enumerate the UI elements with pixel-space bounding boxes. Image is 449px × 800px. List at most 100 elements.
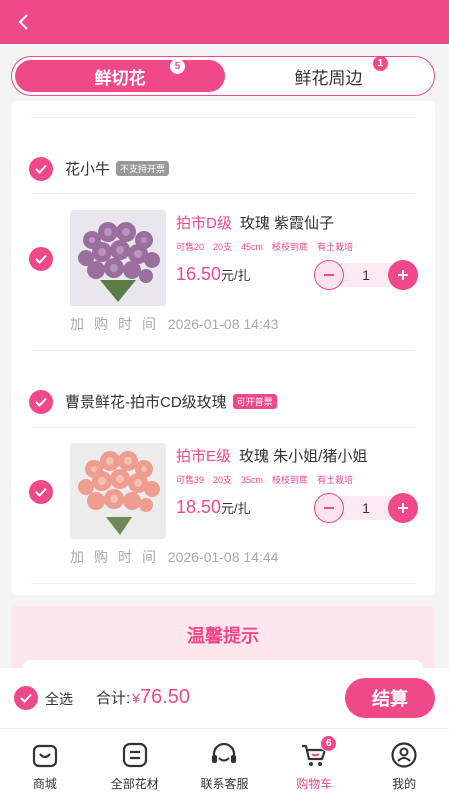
added-time-row: 加购时间 2026-01-08 14:43 [70, 314, 278, 334]
plus-icon [398, 503, 408, 513]
added-time-label: 加购时间 [70, 549, 166, 565]
check-icon [35, 164, 47, 174]
tab-count-badge: 1 [373, 56, 388, 71]
checkout-bar: 全选 合计: ¥76.50 结算 [0, 668, 449, 728]
divider [31, 117, 415, 118]
increase-button[interactable] [388, 260, 418, 290]
quantity-input[interactable]: 1 [340, 263, 392, 287]
spec-cultivation: 有土栽培 [317, 475, 354, 485]
divider [31, 427, 415, 428]
added-time-row: 加购时间 2026-01-08 14:44 [70, 547, 278, 567]
plus-icon [398, 270, 408, 280]
product-title[interactable]: 拍市E级 玫瑰 朱小姐/猪小姐 [176, 445, 367, 466]
check-icon [20, 693, 32, 703]
check-icon [35, 397, 47, 407]
price-unit: 元/扎 [221, 501, 251, 516]
headset-icon [212, 742, 237, 763]
product-grade: 拍市D级 [176, 215, 232, 232]
quantity-stepper: 1 [314, 493, 418, 523]
divider [31, 583, 415, 584]
tab-count-badge: 5 [170, 59, 185, 74]
spec-stem: 枝枝到底 [272, 242, 309, 252]
spec-stock: 可售39 [176, 475, 205, 485]
cart-item: 拍市D级 玫瑰 紫霞仙子 可售20 20支 45cm 枝枝到底 有土栽培 16.50元/扎… [11, 210, 435, 350]
shop-name-text: 曹景鲜花-拍市CD级玫瑰 [65, 394, 227, 411]
product-name: 玫瑰 朱小姐/猪小姐 [239, 448, 368, 465]
shop-name[interactable]: 曹景鲜花-拍市CD级玫瑰 可开普票 [65, 391, 277, 412]
currency-symbol: ¥ [132, 690, 140, 706]
tabbar-item-all-materials[interactable]: 全部花材 [90, 729, 180, 800]
invoice-tag: 不支持开票 [116, 161, 170, 176]
quantity-stepper: 1 [314, 260, 418, 290]
tabbar-label: 购物车 [296, 777, 333, 791]
back-button[interactable] [10, 8, 38, 36]
shop-select-checkbox[interactable] [29, 157, 53, 181]
spec-stems: 20支 [213, 475, 233, 485]
check-icon [35, 254, 47, 264]
tabbar-item-customer-service[interactable]: 联系客服 [180, 729, 270, 800]
product-price: 16.50元/扎 [176, 264, 251, 285]
header-bar [0, 0, 449, 44]
decrease-button[interactable] [314, 260, 344, 290]
invoice-tag: 可开普票 [232, 394, 277, 409]
quantity-input[interactable]: 1 [340, 496, 392, 520]
increase-button[interactable] [388, 493, 418, 523]
list-icon [122, 742, 147, 768]
tabbar-label: 联系客服 [200, 777, 249, 791]
product-specs: 可售20 20支 45cm 枝枝到底 有土栽培 [176, 240, 362, 253]
divider [31, 193, 415, 194]
minus-icon [324, 274, 334, 276]
tabbar-label: 商城 [32, 777, 57, 791]
divider [31, 350, 415, 351]
total-label: 合计: [96, 690, 131, 707]
product-grade: 拍市E级 [176, 448, 232, 465]
shop-name-text: 花小牛 [65, 161, 111, 178]
spec-stem: 枝枝到底 [272, 475, 309, 485]
check-icon [35, 487, 47, 497]
category-tabs-area: 鲜切花 5 鲜花周边 1 [0, 44, 449, 104]
select-all-checkbox[interactable] [14, 686, 38, 710]
total-amount: 76.50 [139, 686, 191, 708]
product-image-peach-roses[interactable] [70, 443, 166, 539]
user-icon [391, 742, 417, 768]
added-time-value: 2026-01-08 14:44 [167, 549, 279, 565]
shop-header: 花小牛 不支持开票 [11, 149, 435, 189]
price-value: 18.50 [176, 497, 222, 517]
shop-name[interactable]: 花小牛 不支持开票 [65, 158, 170, 179]
added-time-value: 2026-01-08 14:43 [167, 316, 279, 332]
spec-length: 35cm [241, 475, 264, 485]
shop-icon [32, 744, 57, 768]
tabbar-item-shop[interactable]: 商城 [0, 729, 90, 800]
spec-cultivation: 有土栽培 [317, 242, 354, 252]
select-all-label[interactable]: 全选 [45, 689, 73, 709]
spec-stock: 可售20 [176, 242, 205, 252]
tab-label: 鲜切花 [94, 68, 146, 88]
tips-title: 温馨提示 [187, 626, 259, 646]
tabbar-item-me[interactable]: 我的 [359, 729, 449, 800]
bottom-tab-bar: 商城 全部花材 联系客服 6 购物车 我的 [0, 728, 449, 800]
shop-header: 曹景鲜花-拍市CD级玫瑰 可开普票 [11, 382, 435, 422]
tab-flower-accessories[interactable]: 鲜花周边 1 [224, 56, 433, 92]
cart-list[interactable]: 花小牛 不支持开票 拍市D级 玫瑰 紫霞仙子 可售20 20支 45cm 枝枝到… [11, 101, 435, 595]
item-select-checkbox[interactable] [29, 247, 53, 271]
tabbar-label: 我的 [392, 777, 417, 791]
decrease-button[interactable] [314, 493, 344, 523]
checkout-button[interactable]: 结算 [345, 678, 435, 718]
product-title[interactable]: 拍市D级 玫瑰 紫霞仙子 [176, 212, 334, 233]
item-select-checkbox[interactable] [29, 480, 53, 504]
product-price: 18.50元/扎 [176, 497, 251, 518]
tab-label: 鲜花周边 [294, 68, 363, 88]
chevron-left-icon [18, 14, 28, 30]
product-image-purple-roses[interactable] [70, 210, 166, 306]
cart-item: 拍市E级 玫瑰 朱小姐/猪小姐 可售39 20支 35cm 枝枝到底 有土栽培 18.50… [11, 443, 435, 583]
tab-fresh-cut-flowers[interactable]: 鲜切花 5 [15, 59, 225, 92]
cart-count-badge: 6 [320, 735, 338, 752]
category-tabs: 鲜切花 5 鲜花周边 1 [11, 56, 435, 96]
tabbar-label: 全部花材 [110, 777, 159, 791]
shop-select-checkbox[interactable] [29, 390, 53, 414]
price-unit: 元/扎 [221, 268, 251, 283]
tabbar-item-cart[interactable]: 6 购物车 [269, 729, 359, 800]
product-specs: 可售39 20支 35cm 枝枝到底 有土栽培 [176, 473, 362, 486]
minus-icon [324, 507, 334, 509]
order-total: 合计: ¥76.50 [96, 686, 190, 709]
